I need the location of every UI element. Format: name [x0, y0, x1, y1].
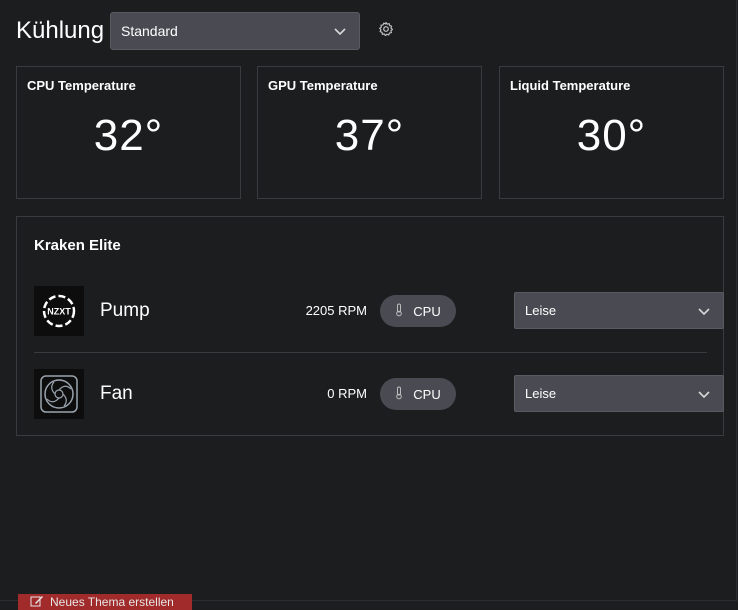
- temperature-source-button[interactable]: CPU: [380, 295, 456, 327]
- nzxt-logo-icon: NZXT: [34, 286, 84, 336]
- chevron-down-icon: [697, 304, 711, 318]
- mode-value: Leise: [525, 303, 557, 318]
- new-theme-label: Neues Thema erstellen: [50, 595, 174, 609]
- card-label: CPU Temperature: [27, 78, 136, 93]
- fan-icon: [34, 369, 84, 419]
- page-title: Kühlung: [16, 17, 105, 44]
- pump-mode-select[interactable]: Leise: [514, 292, 724, 329]
- profile-select[interactable]: Standard: [110, 12, 360, 50]
- row-name: Fan: [100, 383, 133, 404]
- thermometer-icon: [395, 303, 403, 320]
- temperature-source-button[interactable]: CPU: [380, 378, 456, 410]
- gear-icon: [378, 21, 394, 42]
- rpm-value: 0 RPM: [327, 386, 367, 401]
- chevron-down-icon: [333, 24, 347, 38]
- svg-text:NZXT: NZXT: [47, 307, 71, 317]
- new-theme-button[interactable]: Neues Thema erstellen: [18, 594, 192, 610]
- fan-mode-select[interactable]: Leise: [514, 375, 724, 412]
- fan-row: Fan 0 RPM CPU Leise: [34, 369, 724, 419]
- row-name: Pump: [100, 300, 150, 321]
- gpu-temperature-card: GPU Temperature 37°: [257, 66, 482, 199]
- mode-value: Leise: [525, 386, 557, 401]
- cpu-temperature-card: CPU Temperature 32°: [16, 66, 241, 199]
- profile-select-value: Standard: [121, 23, 178, 39]
- card-label: Liquid Temperature: [510, 78, 631, 93]
- rpm-value: 2205 RPM: [305, 303, 367, 318]
- edit-icon: [30, 594, 44, 610]
- device-title: Kraken Elite: [34, 237, 121, 254]
- pump-row: NZXT Pump 2205 RPM CPU Leise: [34, 286, 724, 336]
- card-value: 32°: [93, 111, 164, 160]
- card-value: 30°: [576, 111, 647, 160]
- chevron-down-icon: [697, 387, 711, 401]
- thermometer-icon: [395, 386, 403, 403]
- liquid-temperature-card: Liquid Temperature 30°: [499, 66, 724, 199]
- cooling-window: Kühlung Standard CPU Temperature 32° GPU…: [0, 0, 737, 601]
- settings-button[interactable]: [376, 21, 396, 41]
- device-panel: Kraken Elite NZXT Pump 2205 RPM CPU Leis…: [16, 216, 724, 436]
- source-label: CPU: [413, 303, 441, 319]
- card-value: 37°: [334, 111, 405, 160]
- row-divider: [34, 352, 707, 353]
- source-label: CPU: [413, 386, 441, 402]
- card-label: GPU Temperature: [268, 78, 378, 93]
- header: Kühlung Standard: [16, 12, 396, 50]
